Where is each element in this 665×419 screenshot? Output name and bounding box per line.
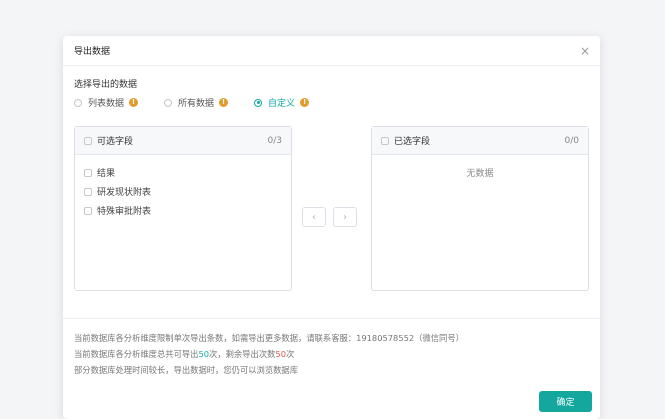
remaining-exports: 50 xyxy=(275,349,286,359)
info-icon[interactable]: ! xyxy=(300,98,310,107)
field-label: 特殊审批附表 xyxy=(97,207,152,217)
select-all-checkbox[interactable] xyxy=(84,136,92,145)
note-line: 部分数据库处理时间较长，导出数据时，您仍可以浏览数据库 xyxy=(74,365,299,375)
section-label: 选择导出的数据 xyxy=(74,80,138,90)
export-scope-radio-group: 列表数据 ! 所有数据 ! 自定义 ! xyxy=(74,96,335,109)
radio-circle xyxy=(254,98,263,107)
field-item[interactable]: 结果 xyxy=(84,163,282,182)
note-text: 次，剩余导出次数 xyxy=(209,349,276,359)
radio-circle xyxy=(74,98,82,107)
radio-all-data[interactable]: 所有数据 ! xyxy=(164,96,229,109)
radio-label: 列表数据 xyxy=(88,99,125,109)
field-label: 研发现状附表 xyxy=(97,188,152,198)
radio-label: 自定义 xyxy=(268,99,296,109)
info-icon[interactable]: ! xyxy=(129,98,139,107)
field-checkbox[interactable] xyxy=(84,168,92,177)
available-fields-panel: 可选字段 0/3 结果 研发现状附表 特殊审批附表 xyxy=(74,126,292,291)
panel-header: 已选字段 0/0 xyxy=(372,127,588,155)
field-checkbox[interactable] xyxy=(84,206,92,215)
select-all-checkbox[interactable] xyxy=(381,136,389,145)
note-line: 当前数据库各分析维度总共可导出50次，剩余导出次数50次 xyxy=(74,346,464,362)
field-item[interactable]: 特殊审批附表 xyxy=(84,201,282,220)
close-icon[interactable]: × xyxy=(580,45,590,57)
chevron-right-icon[interactable]: › xyxy=(333,207,357,227)
radio-custom[interactable]: 自定义 ! xyxy=(254,96,310,109)
divider xyxy=(63,318,600,319)
info-icon[interactable]: ! xyxy=(219,98,229,107)
field-checkbox[interactable] xyxy=(84,187,92,196)
panel-title: 已选字段 xyxy=(394,137,431,147)
note-text: 次 xyxy=(285,349,295,359)
export-notes: 当前数据库各分析维度限制单次导出条数，如需导出更多数据，请联系客服：191805… xyxy=(74,330,464,378)
chevron-left-icon[interactable]: ‹ xyxy=(302,207,326,227)
panel-title: 可选字段 xyxy=(97,137,134,147)
field-list: 结果 研发现状附表 特殊审批附表 xyxy=(75,155,291,220)
confirm-button[interactable]: 确定 xyxy=(539,391,592,412)
note-text: 当前数据库各分析维度总共可导出 xyxy=(74,349,199,359)
dialog-title: 导出数据 xyxy=(74,47,111,57)
panel-count: 0/3 xyxy=(267,135,282,146)
field-label: 结果 xyxy=(97,169,116,179)
transfer-buttons: ‹ › xyxy=(302,207,364,227)
selected-fields-panel: 已选字段 0/0 无数据 xyxy=(371,126,589,291)
empty-placeholder: 无数据 xyxy=(466,169,494,179)
panel-count: 0/0 xyxy=(564,135,579,146)
panel-header: 可选字段 0/3 xyxy=(75,127,291,155)
total-exports: 50 xyxy=(198,349,210,359)
dialog-header: 导出数据 × xyxy=(63,36,600,66)
field-item[interactable]: 研发现状附表 xyxy=(84,182,282,201)
radio-circle xyxy=(164,98,173,107)
radio-label: 所有数据 xyxy=(178,99,215,109)
radio-list-data[interactable]: 列表数据 ! xyxy=(74,96,139,109)
export-dialog: 导出数据 × 选择导出的数据 列表数据 ! 所有数据 ! 自定义 ! 可选字段 … xyxy=(63,36,600,419)
note-line: 当前数据库各分析维度限制单次导出条数，如需导出更多数据，请联系客服：191805… xyxy=(74,333,464,343)
